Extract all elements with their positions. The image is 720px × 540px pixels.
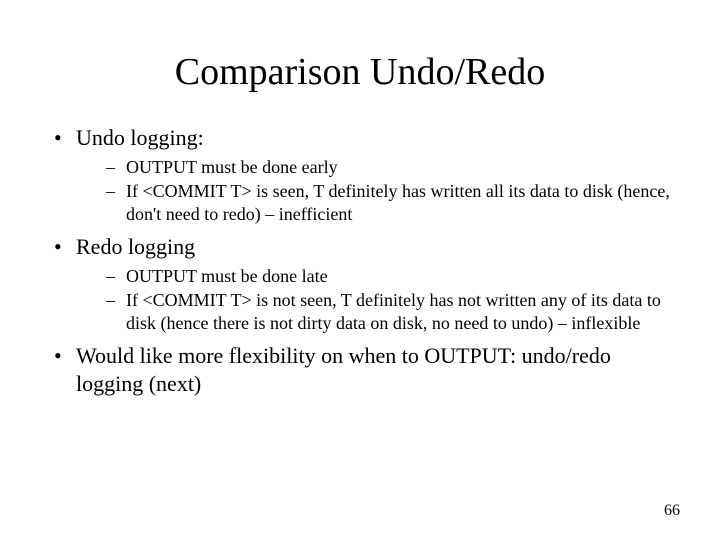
bullet-item: Redo logging OUTPUT must be done late If… [50,233,670,334]
slide: Comparison Undo/Redo Undo logging: OUTPU… [0,0,720,540]
bullet-item: Would like more flexibility on when to O… [50,342,670,397]
sub-bullet-item: If <COMMIT T> is seen, T definitely has … [106,180,670,225]
sub-bullet-item: OUTPUT must be done early [106,156,670,179]
sub-bullet-item: If <COMMIT T> is not seen, T definitely … [106,289,670,334]
bullet-item: Undo logging: OUTPUT must be done early … [50,124,670,225]
page-number: 66 [664,502,680,520]
bullet-text: Would like more flexibility on when to O… [76,343,611,396]
bullet-text: Redo logging [76,234,195,259]
sub-bullet-item: OUTPUT must be done late [106,265,670,288]
sub-bullet-list: OUTPUT must be done late If <COMMIT T> i… [76,265,670,335]
bullet-text: Undo logging: [76,125,204,150]
bullet-list: Undo logging: OUTPUT must be done early … [50,124,670,397]
sub-bullet-list: OUTPUT must be done early If <COMMIT T> … [76,156,670,226]
slide-title: Comparison Undo/Redo [50,50,670,94]
